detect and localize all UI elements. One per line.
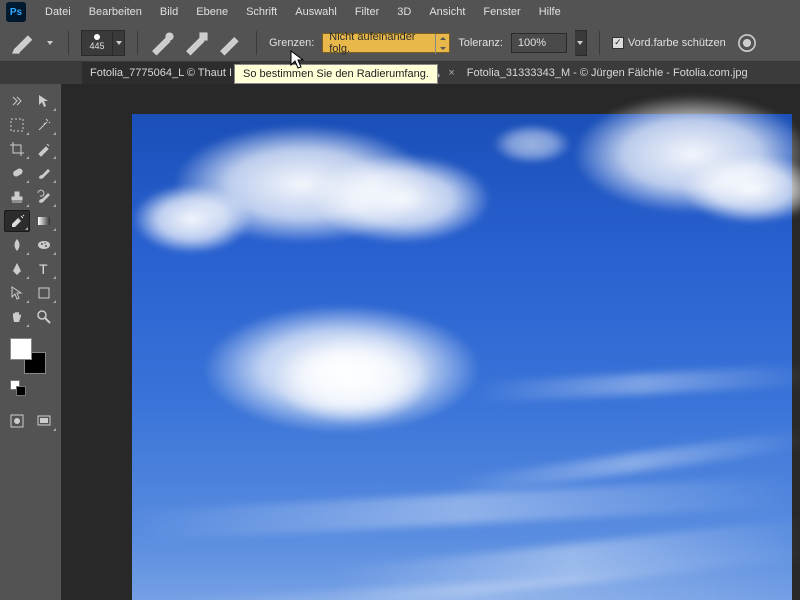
- stamp-tool[interactable]: [4, 186, 30, 208]
- sampling-once-icon[interactable]: [184, 30, 210, 56]
- fg-color-swatch[interactable]: [10, 338, 32, 360]
- wand-tool[interactable]: [32, 114, 58, 136]
- history-brush-tool[interactable]: [32, 186, 58, 208]
- gradient-tool[interactable]: [32, 210, 57, 232]
- brush-preview[interactable]: 445: [81, 30, 113, 56]
- options-bar: 445 Grenzen: Nicht aufeinander folg. Tol…: [0, 24, 800, 62]
- collapse-icon[interactable]: [4, 90, 30, 112]
- tool-preset-icon[interactable]: [10, 30, 36, 56]
- marquee-tool[interactable]: [4, 114, 30, 136]
- sampling-continuous-icon[interactable]: [150, 30, 176, 56]
- path-select-tool[interactable]: [4, 282, 30, 304]
- menubar: Ps Datei Bearbeiten Bild Ebene Schrift A…: [0, 0, 800, 24]
- brush-size-label: 445: [89, 41, 104, 51]
- protect-fg-label: Vord.farbe schützen: [628, 37, 726, 49]
- toleranz-dropdown[interactable]: [575, 30, 587, 56]
- menu-schrift[interactable]: Schrift: [237, 2, 286, 22]
- checkbox-icon: ✓: [612, 37, 624, 49]
- grenzen-value: Nicht aufeinander folg.: [329, 31, 431, 55]
- shape-tool[interactable]: [32, 282, 58, 304]
- quickmask-icon[interactable]: [4, 410, 30, 432]
- screenmode-icon[interactable]: [32, 410, 58, 432]
- protect-fg-checkbox[interactable]: ✓ Vord.farbe schützen: [612, 37, 726, 49]
- tab-label: Fotolia_7775064_L © Thaut I: [90, 67, 232, 79]
- move-tool[interactable]: [32, 90, 58, 112]
- divider: [68, 31, 69, 55]
- hand-tool[interactable]: [4, 306, 30, 328]
- tab-close-button[interactable]: ×: [444, 62, 458, 84]
- menu-ebene[interactable]: Ebene: [187, 2, 237, 22]
- work-area: T: [0, 84, 800, 600]
- brush-dot-icon: [94, 34, 100, 40]
- menu-datei[interactable]: Datei: [36, 2, 80, 22]
- menu-filter[interactable]: Filter: [346, 2, 388, 22]
- toleranz-value: 100%: [518, 37, 546, 49]
- divider: [256, 31, 257, 55]
- app-logo: Ps: [6, 2, 26, 22]
- pen-tool[interactable]: [4, 258, 30, 280]
- menu-ansicht[interactable]: Ansicht: [420, 2, 474, 22]
- zoom-tool[interactable]: [32, 306, 58, 328]
- toleranz-field[interactable]: 100%: [511, 33, 567, 53]
- menu-bearbeiten[interactable]: Bearbeiten: [80, 2, 151, 22]
- sampling-swatch-icon[interactable]: [218, 30, 244, 56]
- menu-3d[interactable]: 3D: [388, 2, 420, 22]
- background-eraser-tool[interactable]: [4, 210, 30, 232]
- color-swatches[interactable]: [10, 338, 46, 374]
- grenzen-label: Grenzen:: [269, 37, 314, 49]
- tooltip: So bestimmen Sie den Radierumfang.: [234, 64, 438, 84]
- toolbox: T: [0, 84, 62, 600]
- crop-tool[interactable]: [4, 138, 30, 160]
- canvas-area[interactable]: [62, 84, 800, 600]
- brush-dropdown[interactable]: [113, 30, 125, 56]
- heal-tool[interactable]: [4, 162, 30, 184]
- eyedropper-tool[interactable]: [32, 138, 58, 160]
- type-tool[interactable]: T: [32, 258, 58, 280]
- spinner-icon[interactable]: [435, 34, 449, 54]
- brush-tool[interactable]: [32, 162, 58, 184]
- document-canvas[interactable]: [132, 114, 792, 600]
- blur-tool[interactable]: [4, 234, 30, 256]
- pressure-icon[interactable]: [734, 30, 760, 56]
- divider: [137, 31, 138, 55]
- divider: [599, 31, 600, 55]
- menu-hilfe[interactable]: Hilfe: [530, 2, 570, 22]
- menu-fenster[interactable]: Fenster: [474, 2, 529, 22]
- toleranz-label: Toleranz:: [458, 37, 503, 49]
- default-colors-icon[interactable]: [10, 380, 32, 398]
- document-tab-active[interactable]: Fotolia_7775064_L © Thaut I: [82, 62, 240, 84]
- menu-bild[interactable]: Bild: [151, 2, 187, 22]
- tool-preset-dropdown[interactable]: [44, 30, 56, 56]
- menu-auswahl[interactable]: Auswahl: [286, 2, 346, 22]
- tab-label: Fotolia_31333343_M - © Jürgen Fälchle - …: [467, 67, 748, 79]
- svg-text:T: T: [39, 261, 48, 277]
- sponge-tool[interactable]: [32, 234, 58, 256]
- grenzen-dropdown[interactable]: Nicht aufeinander folg.: [322, 33, 450, 53]
- document-tab-inactive[interactable]: Fotolia_31333343_M - © Jürgen Fälchle - …: [459, 62, 756, 84]
